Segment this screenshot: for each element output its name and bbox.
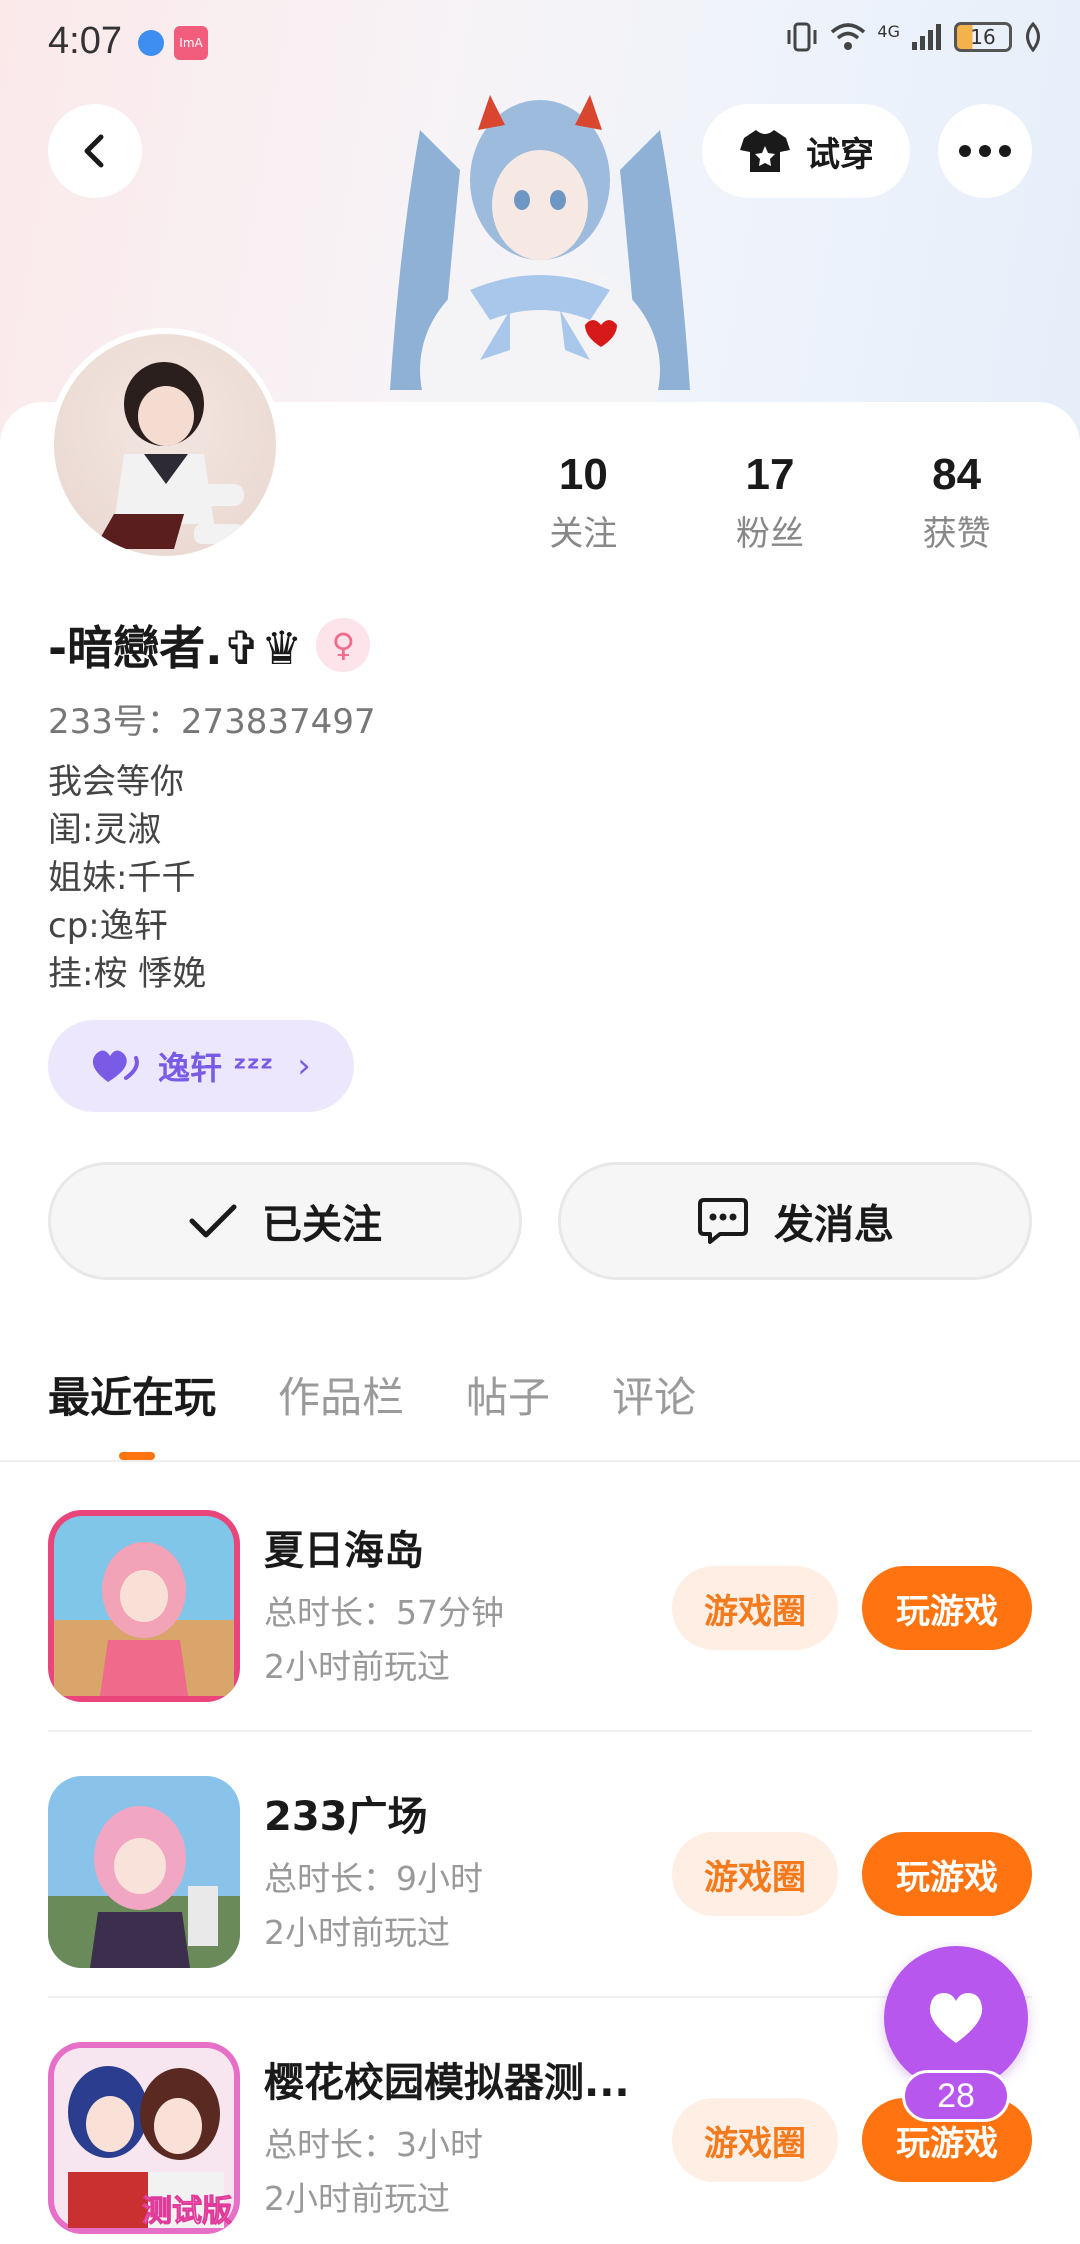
check-icon [189,1204,237,1238]
heart-icon [929,1993,983,2043]
nickname: -暗戀者.✞♛ [48,621,303,675]
cp-relationship-chip[interactable]: 逸轩 ᶻᶻᶻ › [48,1020,354,1112]
leaf-icon [1026,22,1040,52]
stat-value: 17 [745,450,795,499]
more-options-button[interactable] [938,104,1032,198]
status-indicators: 4G 16 [785,22,1044,52]
bio-line: 我会等你 [48,762,184,802]
stat-followers[interactable]: 17 粉丝 [677,450,864,555]
battery-icon: 16 [954,22,1012,52]
more-dots-icon [959,145,1011,157]
bio-line: 挂:桉 悸娩 [48,954,207,994]
bio-line: 闺:灵淑 [48,810,162,850]
user-id: 233号：273837497 [48,702,376,742]
tabs-divider [0,1460,1080,1462]
play-game-button[interactable]: 玩游戏 [862,1566,1032,1650]
stat-label: 关注 [549,514,618,554]
profile-tabs: 最近在玩 作品栏 帖子 评论 [48,1364,696,1460]
female-gender-icon: ♀ [316,618,371,672]
nickname-row: -暗戀者.✞♛ ♀ [48,612,371,678]
chevron-left-icon [84,134,104,168]
back-button[interactable] [48,104,142,198]
avatar[interactable] [48,328,282,562]
send-message-button[interactable]: 发消息 [558,1162,1032,1280]
wifi-icon [831,23,866,50]
game-icon-233-plaza [48,1776,240,1968]
game-duration: 总时长：9小时 [264,1859,483,1898]
game-circle-button[interactable]: 游戏圈 [672,1832,838,1916]
avatar-3d-figure [390,95,690,440]
game-duration: 总时长：57分钟 [264,1593,504,1632]
stat-value: 10 [558,450,608,499]
bio: 我会等你 闺:灵淑 姐妹:千千 cp:逸轩 挂:桉 悸娩 [48,758,206,998]
chevron-right-icon: › [297,1046,311,1086]
shirt-icon [740,130,790,172]
game-last-played: 2小时前玩过 [264,1913,450,1952]
like-floating-button[interactable] [884,1946,1028,2090]
status-time: 4:07 [48,20,122,62]
active-tab-indicator [119,1452,155,1460]
game-title: 樱花校园模拟器测... [264,2060,630,2106]
game-icon-sakura-school: 测试版 [48,2042,240,2234]
list-item[interactable]: 夏日海岛 总时长：57分钟 2小时前玩过 游戏圈 玩游戏 [0,1466,1080,1732]
game-duration: 总时长：3小时 [264,2125,483,2164]
game-title: 夏日海岛 [264,1528,424,1574]
double-heart-icon [92,1050,139,1082]
followed-label: 已关注 [262,1202,382,1248]
game-title: 233广场 [264,1794,428,1840]
followed-button[interactable]: 已关注 [48,1162,522,1280]
recent-games-list: 夏日海岛 总时长：57分钟 2小时前玩过 游戏圈 玩游戏 233广场 总时长：9… [0,1466,1080,2244]
stat-following[interactable]: 10 关注 [490,450,677,555]
cp-name: 逸轩 ᶻᶻᶻ [158,1049,274,1087]
try-on-label: 试穿 [806,134,874,175]
send-message-label: 发消息 [774,1202,894,1248]
app-notification-icon [138,30,164,56]
tab-comments[interactable]: 评论 [612,1364,696,1425]
tab-posts[interactable]: 帖子 [466,1364,550,1425]
status-bar: 4:07 ImA 4G 16 [0,0,1080,90]
play-game-button[interactable]: 玩游戏 [862,1832,1032,1916]
tab-works[interactable]: 作品栏 [278,1364,404,1425]
game-circle-button[interactable]: 游戏圈 [672,1566,838,1650]
game-last-played: 2小时前玩过 [264,2179,450,2218]
vibrate-icon [787,22,817,52]
stat-label: 获赞 [922,514,991,554]
chat-bubble-icon [698,1198,748,1244]
try-on-button[interactable]: 试穿 [702,104,910,198]
stat-value: 84 [932,450,982,499]
like-count-badge: 28 [902,2070,1010,2122]
profile-stats: 10 关注 17 粉丝 84 获赞 [490,450,1050,555]
game-circle-button[interactable]: 游戏圈 [672,2098,838,2182]
test-version-badge: 测试版 [142,2194,233,2230]
game-icon-summer-island [48,1510,240,1702]
user-avatar-image [94,362,244,549]
game-last-played: 2小时前玩过 [264,1647,450,1686]
bio-line: cp:逸轩 [48,906,168,946]
tab-recently-played[interactable]: 最近在玩 [48,1364,216,1425]
app-notification-badge-icon: ImA [174,26,208,60]
bio-line: 姐妹:千千 [48,858,196,898]
network-type: 4G [877,22,900,41]
stat-likes[interactable]: 84 获赞 [863,450,1050,555]
signal-icon [912,24,941,50]
stat-label: 粉丝 [735,514,804,554]
